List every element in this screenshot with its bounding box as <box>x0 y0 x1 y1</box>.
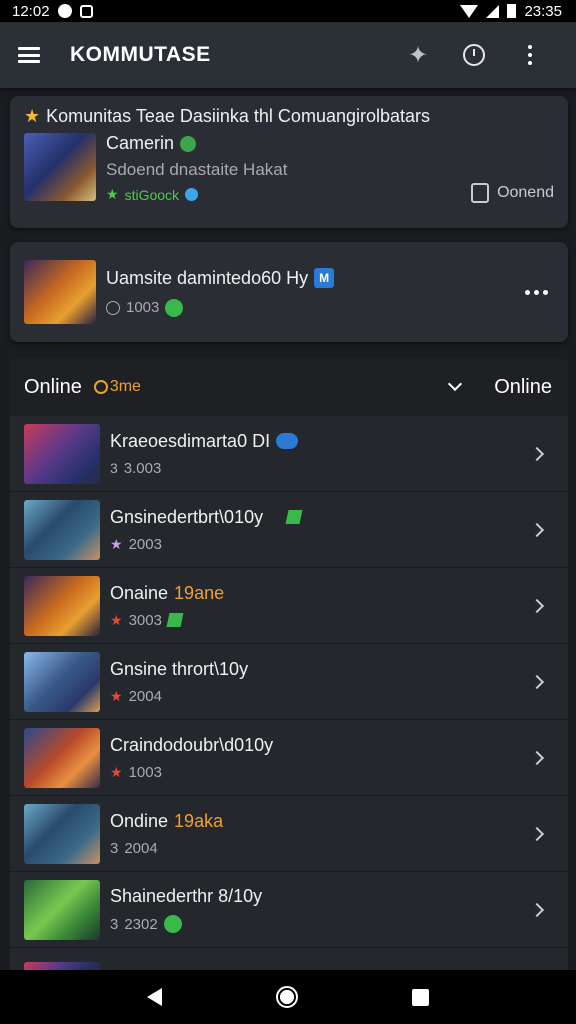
status-bar: 12:02 23:35 <box>0 0 576 22</box>
list-item[interactable]: Gnsinedertbrt\010y ★ 2003 <box>10 492 568 568</box>
item-thumbnail <box>24 651 100 712</box>
chevron-right-icon <box>529 446 545 461</box>
status-icon <box>165 298 184 317</box>
featured-subtitle: Sdoend dnastaite Hakat <box>106 160 288 179</box>
item-accent: 19aka <box>174 810 224 831</box>
featured-thumbnail <box>24 133 96 201</box>
chevron-right-icon <box>529 674 545 689</box>
clock-button[interactable] <box>446 35 502 75</box>
comment-icon <box>471 183 490 203</box>
item-thumbnail <box>24 423 100 484</box>
second-card[interactable]: Uamsite damintedo60 Hy M 1003 <box>10 242 568 342</box>
list-item[interactable]: Kraeoesdimarta0 DI 3 3.003 <box>10 416 568 492</box>
item-meta-prefix: 3 <box>110 460 118 476</box>
flag-icon <box>285 510 303 524</box>
status-time-right: 23:35 <box>524 2 562 20</box>
second-title: Uamsite damintedo60 Hy <box>106 267 309 288</box>
featured-tag-star-icon: ★ <box>106 186 119 202</box>
chevron-right-icon <box>529 902 545 917</box>
chevron-down-icon[interactable] <box>448 376 463 392</box>
item-accent: 19ane <box>174 582 225 603</box>
item-title: Onaine <box>110 582 169 603</box>
featured-headline: ★ Komunitas Teae Dasiinka thl Comuangiro… <box>24 106 554 127</box>
comment-button[interactable]: Oonend <box>471 183 554 203</box>
status-chip: 3me <box>93 378 141 396</box>
item-meta-prefix: 3 <box>110 915 119 933</box>
status-icon <box>163 915 182 933</box>
item-title: Gnsinedertbrt\010y <box>110 506 264 527</box>
system-nav-bar <box>0 970 576 1024</box>
item-thumbnail <box>24 803 100 864</box>
item-meta-prefix: ★ <box>110 763 123 780</box>
comment-label: Oonend <box>497 184 554 201</box>
item-title: Gnsine thrort\10y <box>110 658 249 679</box>
badge-icon: M <box>314 268 335 288</box>
verified-icon <box>185 188 199 201</box>
item-meta: 2302 <box>124 915 158 933</box>
list-item[interactable]: Craindodoubr\d010y ★ 1003 <box>10 720 568 796</box>
item-title: Kraeoesdimarta0 DI <box>110 430 271 451</box>
item-thumbnail <box>24 727 100 788</box>
online-list-panel: Online 3me Online Kraeoesdimarta0 DI 3 3… <box>10 358 568 970</box>
item-thumbnail <box>24 879 100 940</box>
list-header: Online 3me Online <box>10 358 568 416</box>
list-header-title: Online <box>24 375 82 398</box>
chevron-right-icon <box>529 826 545 841</box>
signal-icon <box>486 4 500 18</box>
menu-icon[interactable] <box>18 47 40 63</box>
battery-icon <box>507 4 517 18</box>
chat-icon <box>276 433 299 449</box>
ring-icon <box>93 380 108 394</box>
chevron-right-icon <box>529 598 545 613</box>
recents-icon[interactable] <box>412 988 429 1006</box>
status-chip-label: 3me <box>109 378 141 395</box>
app-title: KOMMUTASE <box>70 43 211 66</box>
item-meta-prefix: ★ <box>110 535 123 552</box>
more-vert-icon[interactable] <box>502 35 558 75</box>
time-icon <box>106 300 120 315</box>
sparkle-icon[interactable]: ✦ <box>390 35 446 75</box>
filter-dropdown[interactable]: Online <box>494 376 552 399</box>
item-meta: 3.003 <box>123 459 162 477</box>
item-meta: 2004 <box>124 839 158 857</box>
star-icon: ★ <box>24 106 41 126</box>
item-meta-prefix: ★ <box>110 687 123 704</box>
back-icon[interactable] <box>147 988 162 1006</box>
item-thumbnail <box>24 499 100 560</box>
list-item[interactable]: Shainederthr 8/10y 3 2302 <box>10 872 568 948</box>
item-meta-prefix: 3 <box>110 839 119 857</box>
item-meta: 3003 <box>128 611 162 629</box>
item-title: Craindodoubr\d010y <box>110 734 274 755</box>
featured-headline-text: Komunitas Teae Dasiinka thl Comuangirolb… <box>46 106 431 126</box>
wifi-icon <box>460 4 479 18</box>
ball-icon <box>180 135 197 152</box>
item-title: Shainederthr 8/10y <box>110 886 263 906</box>
item-meta: 1003 <box>128 763 162 781</box>
list-item[interactable]: Ondine 19aka 3 2004 <box>10 796 568 872</box>
second-thumbnail <box>24 260 96 324</box>
list-item[interactable]: Onaine 19ane ★ 3003 <box>10 568 568 644</box>
app-notification-icon <box>79 4 93 18</box>
featured-card[interactable]: ★ Komunitas Teae Dasiinka thl Comuangiro… <box>10 96 568 228</box>
list-item[interactable]: Gnsine thrort\10y ★ 2004 <box>10 644 568 720</box>
flag-icon <box>166 613 184 627</box>
home-icon[interactable] <box>276 986 298 1008</box>
item-meta: 2004 <box>128 687 162 705</box>
chevron-right-icon <box>529 750 545 765</box>
second-meta: 1003 <box>126 299 160 316</box>
item-title: Ondine <box>110 810 169 831</box>
featured-title: Camerin <box>106 133 175 153</box>
more-horiz-icon[interactable] <box>525 289 548 295</box>
item-meta-prefix: ★ <box>110 611 123 628</box>
item-thumbnail <box>24 575 100 636</box>
app-bar: KOMMUTASE ✦ <box>0 22 576 88</box>
partial-thumbnail <box>24 962 100 970</box>
status-time-left: 12:02 <box>12 2 50 20</box>
featured-tag: stiGoock <box>124 186 180 203</box>
clock-icon <box>463 44 485 66</box>
item-meta: 2003 <box>128 535 162 553</box>
notification-icon <box>57 4 72 18</box>
chevron-right-icon <box>529 522 545 537</box>
